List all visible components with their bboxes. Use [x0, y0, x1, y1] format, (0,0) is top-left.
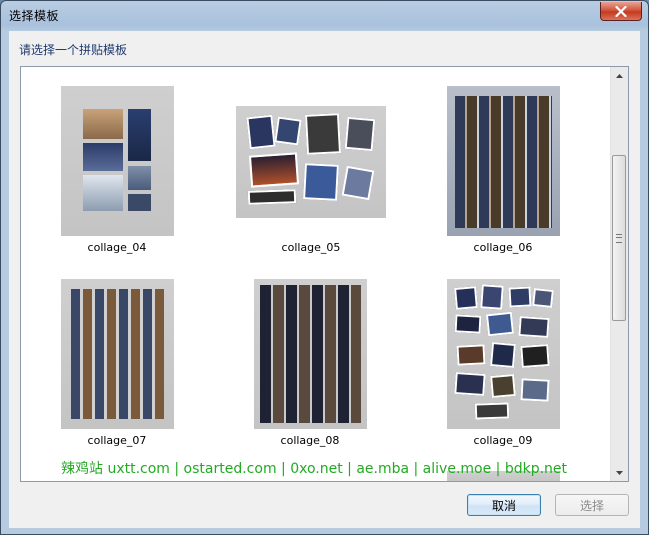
cancel-button[interactable]: 取消	[467, 494, 541, 516]
grip-icon	[616, 233, 622, 243]
template-caption: collage_05	[281, 241, 341, 254]
dialog-window: 选择模板 请选择一个拼贴模板 collage_04 collage_05 col…	[0, 0, 649, 535]
template-thumbnail[interactable]	[254, 279, 367, 429]
template-caption: collage_06	[473, 241, 533, 254]
template-thumbnail[interactable]	[447, 86, 560, 236]
template-thumbnail[interactable]	[61, 86, 174, 236]
template-caption: collage_04	[87, 241, 147, 254]
prompt-label: 请选择一个拼贴模板	[19, 43, 128, 57]
select-button[interactable]: 选择	[555, 494, 629, 516]
template-thumbnail[interactable]	[61, 279, 174, 429]
template-caption: collage_08	[280, 434, 340, 447]
scroll-up-arrow-icon	[616, 73, 623, 78]
template-caption: collage_07	[87, 434, 147, 447]
scroll-down-arrow-icon	[616, 470, 623, 475]
scroll-down-button[interactable]	[611, 464, 628, 481]
template-thumbnail[interactable]	[236, 106, 386, 218]
watermark-text: 辣鸡站 uxtt.com | ostarted.com | 0xo.net | …	[61, 461, 568, 477]
close-button[interactable]	[600, 2, 642, 21]
template-thumbnail[interactable]	[447, 279, 560, 429]
close-icon	[615, 5, 627, 17]
title-bar[interactable]: 选择模板	[1, 1, 648, 29]
dialog-body: 请选择一个拼贴模板 collage_04 collage_05 collage_…	[9, 31, 640, 528]
window-title: 选择模板	[9, 9, 60, 23]
scrollbar-thumb[interactable]	[612, 155, 626, 321]
template-list[interactable]: collage_04 collage_05 collage_06 collage…	[20, 66, 629, 482]
vertical-scrollbar[interactable]	[610, 67, 628, 481]
scroll-up-button[interactable]	[611, 67, 628, 84]
template-caption: collage_09	[473, 434, 533, 447]
